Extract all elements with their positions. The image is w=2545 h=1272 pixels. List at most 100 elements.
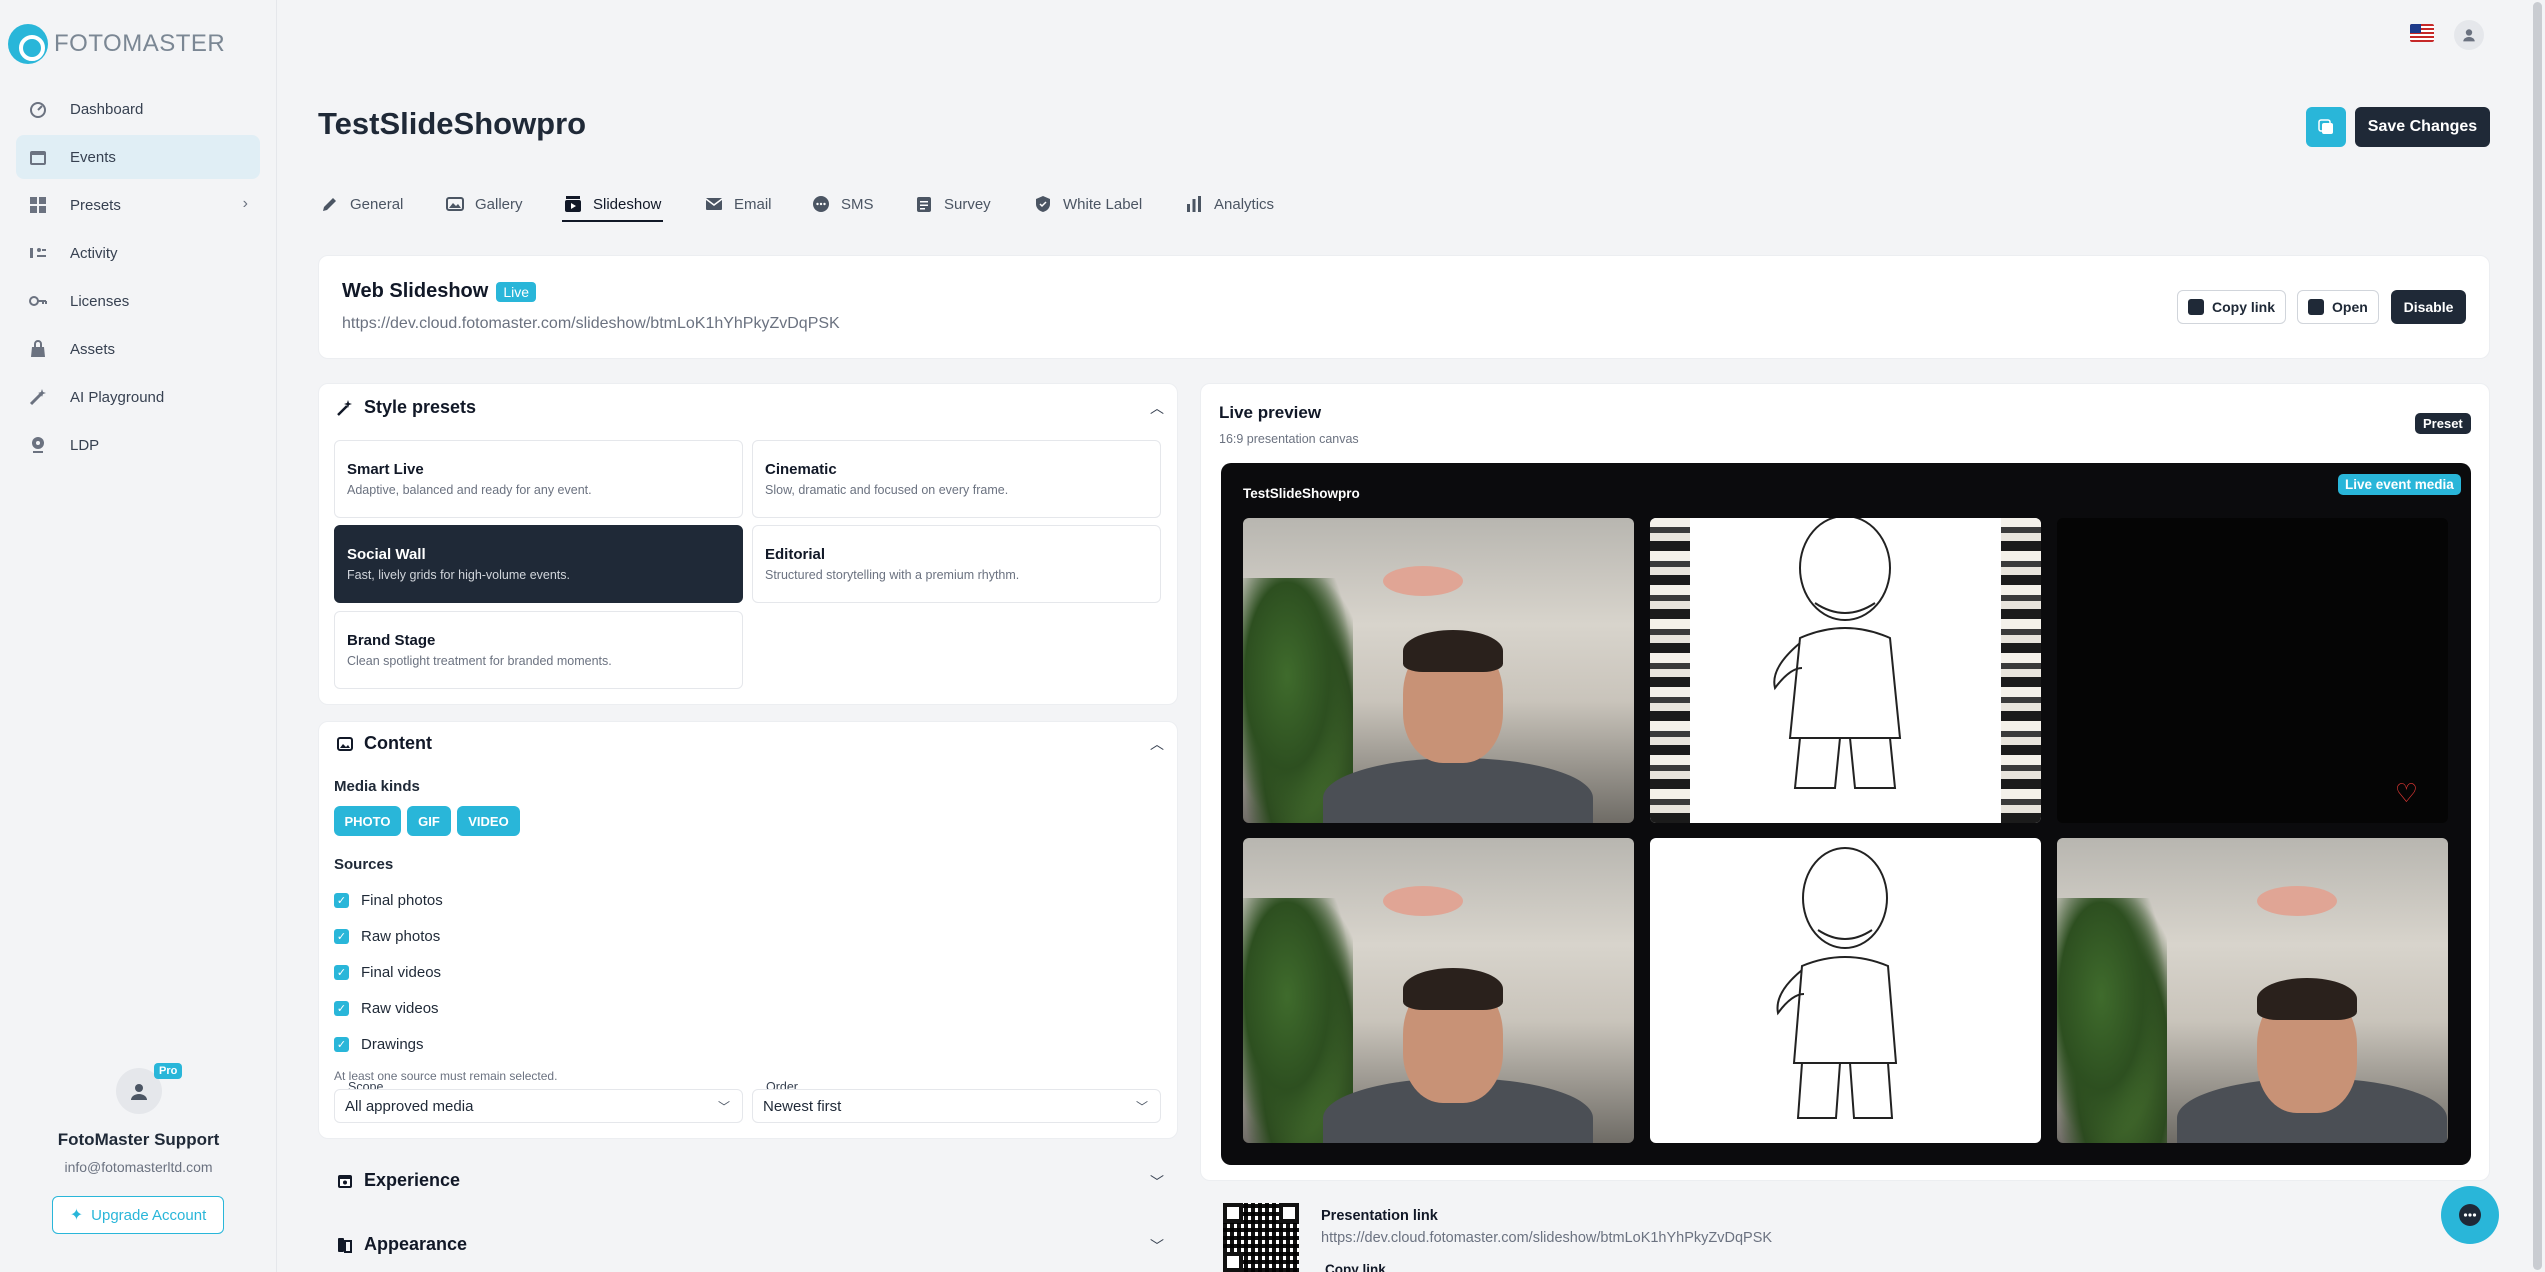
- checkbox-checked[interactable]: ✓: [334, 893, 349, 908]
- scrollbar-thumb[interactable]: [2533, 2, 2542, 1270]
- source-final-photos[interactable]: ✓ Final photos: [334, 892, 443, 909]
- media-tile-drawing: [1650, 518, 2041, 823]
- scrollbar-track[interactable]: [2530, 0, 2545, 1272]
- chevron-down-icon: ﹀: [717, 1100, 730, 1114]
- copy-link-button[interactable]: Copy link: [2177, 290, 2287, 324]
- presentation-copy-link-button[interactable]: Copy link: [1325, 1262, 1386, 1272]
- save-changes-button[interactable]: Save Changes: [2355, 107, 2490, 147]
- chat-icon: [2459, 1204, 2481, 1226]
- preset-name: Cinematic: [765, 461, 837, 478]
- tab-slideshow[interactable]: Slideshow: [563, 186, 661, 222]
- sidebar-item-licenses[interactable]: Licenses: [16, 279, 260, 323]
- open-button[interactable]: Open: [2297, 290, 2379, 324]
- preset-brand-stage[interactable]: Brand Stage Clean spotlight treatment fo…: [334, 611, 743, 689]
- qr-code: [1223, 1203, 1299, 1272]
- experience-header[interactable]: Experience: [336, 1170, 460, 1191]
- presentation-url[interactable]: https://dev.cloud.fotomaster.com/slidesh…: [1321, 1230, 1772, 1246]
- live-badge: Live: [496, 281, 537, 302]
- source-label: Raw photos: [361, 928, 441, 945]
- checkbox-checked[interactable]: ✓: [334, 1037, 349, 1052]
- preset-social-wall[interactable]: Social Wall Fast, lively grids for high-…: [334, 525, 743, 603]
- media-kind-gif[interactable]: GIF: [407, 806, 451, 836]
- order-value: Newest first: [763, 1097, 842, 1115]
- copy-link-label: Copy link: [2212, 299, 2276, 315]
- sidebar-item-label: Dashboard: [70, 100, 144, 118]
- duplicate-button[interactable]: [2306, 107, 2346, 147]
- logo[interactable]: FOTOMASTER: [8, 24, 225, 64]
- us-flag-icon[interactable]: [2410, 24, 2434, 42]
- wand-icon: [28, 387, 48, 407]
- sidebar-item-assets[interactable]: Assets: [16, 327, 260, 371]
- web-slideshow-header: Web Slideshow Live: [342, 280, 537, 303]
- chat-launcher-button[interactable]: [2441, 1186, 2499, 1244]
- checkbox-checked[interactable]: ✓: [334, 965, 349, 980]
- appearance-header[interactable]: Appearance: [336, 1234, 467, 1255]
- tab-general[interactable]: General: [320, 186, 403, 222]
- source-drawings[interactable]: ✓ Drawings: [334, 1036, 424, 1053]
- media-kind-photo[interactable]: PHOTO: [334, 806, 401, 836]
- slideshow-url[interactable]: https://dev.cloud.fotomaster.com/slidesh…: [342, 315, 840, 333]
- image-icon: [336, 735, 354, 753]
- user-name: FotoMaster Support: [57, 1130, 220, 1149]
- source-label: Final videos: [361, 964, 442, 981]
- tab-email[interactable]: Email: [704, 186, 772, 222]
- chevron-down-icon[interactable]: ﹀: [1150, 1172, 1164, 1192]
- tab-white-label[interactable]: White Label: [1033, 186, 1142, 222]
- disable-button[interactable]: Disable: [2391, 290, 2466, 324]
- chevron-up-icon[interactable]: ︿: [1150, 734, 1164, 754]
- preset-smart-live[interactable]: Smart Live Adaptive, balanced and ready …: [334, 440, 743, 518]
- tab-sms[interactable]: SMS: [811, 186, 874, 222]
- sidebar-item-label: Licenses: [70, 292, 130, 310]
- chevron-right-icon: ›: [242, 195, 248, 212]
- upgrade-account-button[interactable]: ✦ Upgrade Account: [52, 1196, 224, 1234]
- profile-menu-button[interactable]: [2454, 20, 2484, 50]
- media-tile-photo: [1243, 838, 1634, 1143]
- chevron-down-icon[interactable]: ﹀: [1150, 1236, 1164, 1256]
- chevron-up-icon[interactable]: ︿: [1150, 398, 1164, 418]
- order-select[interactable]: Newest first ﹀: [752, 1089, 1161, 1123]
- sidebar-item-events[interactable]: Events: [16, 135, 260, 179]
- live-preview-title: Live preview: [1219, 403, 1322, 422]
- sidebar-item-presets[interactable]: Presets ›: [16, 183, 260, 227]
- tab-gallery[interactable]: Gallery: [445, 186, 523, 222]
- logo-text: FOTOMASTER: [54, 30, 226, 57]
- tab-analytics[interactable]: Analytics: [1184, 186, 1274, 222]
- chat-icon: [811, 194, 831, 214]
- calendar-icon: [28, 147, 48, 167]
- scope-select[interactable]: All approved media ﹀: [334, 1089, 743, 1123]
- sidebar-item-ai-playground[interactable]: AI Playground: [16, 375, 260, 419]
- page-title: TestSlideShowpro: [318, 106, 587, 141]
- live-preview-subtitle: 16:9 presentation canvas: [1219, 432, 1359, 446]
- style-presets-header[interactable]: Style presets: [336, 397, 476, 418]
- activity-icon: [28, 243, 48, 263]
- preset-desc: Adaptive, balanced and ready for any eve…: [347, 483, 592, 497]
- media-tile-photo: [2057, 838, 2448, 1143]
- source-label: Final photos: [361, 892, 443, 909]
- media-kind-video[interactable]: VIDEO: [457, 806, 520, 836]
- media-tile-drawing: [1650, 838, 2041, 1143]
- copy-icon: [2188, 299, 2204, 315]
- tab-survey[interactable]: Survey: [914, 186, 991, 222]
- calendar-star-icon: [336, 1172, 354, 1190]
- preset-editorial[interactable]: Editorial Structured storytelling with a…: [752, 525, 1161, 603]
- preset-cinematic[interactable]: Cinematic Slow, dramatic and focused on …: [752, 440, 1161, 518]
- source-raw-photos[interactable]: ✓ Raw photos: [334, 928, 440, 945]
- tab-label: Survey: [944, 195, 991, 213]
- preset-name: Smart Live: [347, 461, 424, 478]
- shield-icon: [1033, 194, 1053, 214]
- pro-badge: Pro: [154, 1063, 183, 1079]
- clapper-icon: [563, 194, 583, 214]
- checkbox-checked[interactable]: ✓: [334, 929, 349, 944]
- sidebar-item-dashboard[interactable]: Dashboard: [16, 87, 260, 131]
- content-header[interactable]: Content: [336, 733, 432, 754]
- source-final-videos[interactable]: ✓ Final videos: [334, 964, 441, 981]
- bar-chart-icon: [1184, 194, 1204, 214]
- sidebar-item-ldp[interactable]: LDP: [16, 423, 260, 467]
- user-icon: [131, 1084, 147, 1100]
- external-link-icon: [2308, 299, 2324, 315]
- sidebar-item-activity[interactable]: Activity: [16, 231, 260, 275]
- source-label: Drawings: [361, 1036, 424, 1053]
- source-raw-videos[interactable]: ✓ Raw videos: [334, 1000, 439, 1017]
- checkbox-checked[interactable]: ✓: [334, 1001, 349, 1016]
- media-tile-video: ♡: [2057, 518, 2448, 823]
